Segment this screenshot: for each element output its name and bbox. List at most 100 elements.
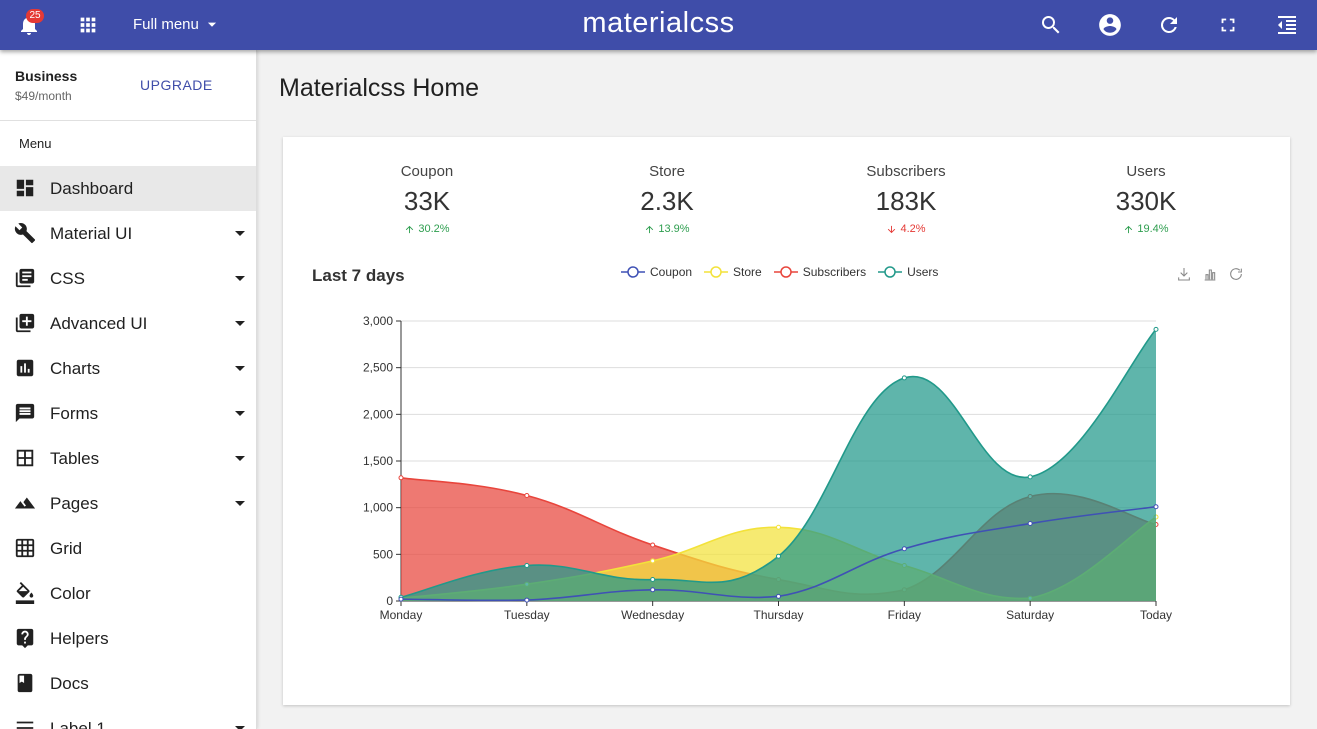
library-add-icon: [14, 312, 36, 334]
sidebar-item-label: Tables: [50, 449, 100, 468]
data-point-coupon: [398, 596, 404, 602]
chevron-down-icon: [235, 231, 245, 236]
sidebar-item-dashboard[interactable]: Dashboard: [0, 166, 256, 211]
y-tick-label: 3,000: [363, 314, 393, 328]
area-chart: 0 500 1,000 1,500 2,000 2,500 3,000 Monday Tuesd…: [363, 314, 1172, 622]
chevron-down-icon: [235, 501, 245, 506]
dashboard-card: Coupon 33K 30.2% Store 2.3K 13.9% Subscr…: [283, 137, 1290, 705]
landscape-icon: [14, 492, 36, 514]
sidebar-item-label: Docs: [50, 674, 89, 693]
sidebar: Business $49/month UPGRADE Menu Dashboar…: [0, 50, 257, 729]
menu-heading: Menu: [19, 136, 52, 151]
x-tick-label: Today: [1140, 608, 1172, 622]
library-books-icon: [14, 267, 36, 289]
chevron-down-icon: [235, 411, 245, 416]
sidebar-item-helpers[interactable]: Helpers: [0, 616, 256, 661]
sidebar-item-advanced-ui[interactable]: Advanced UI: [0, 301, 256, 346]
x-tick-label: Saturday: [1006, 608, 1054, 622]
data-point-coupon: [901, 546, 907, 552]
y-tick-label: 1,000: [363, 501, 393, 515]
data-point-store: [776, 524, 781, 530]
data-point-users: [524, 563, 530, 569]
sidebar-divider: [0, 120, 256, 121]
data-point-coupon: [776, 593, 781, 599]
message-icon: [14, 402, 36, 424]
menu-collapse-icon[interactable]: [1273, 11, 1301, 39]
sidebar-item-material-ui[interactable]: Material UI: [0, 211, 256, 256]
grid-icon: [14, 537, 36, 559]
data-point-users: [650, 577, 656, 583]
sidebar-item-label-1[interactable]: Label 1: [0, 706, 256, 729]
top-app-bar: 25 Full menu materialcss: [0, 0, 1317, 50]
help-icon: [14, 627, 36, 649]
sidebar-item-css[interactable]: CSS: [0, 256, 256, 301]
refresh-icon[interactable]: [1155, 11, 1183, 39]
sidebar-item-tables[interactable]: Tables: [0, 436, 256, 481]
data-point-coupon: [650, 587, 656, 593]
x-tick-label: Tuesday: [504, 608, 550, 622]
data-point-store: [650, 558, 656, 564]
bar-chart-icon: [14, 357, 36, 379]
sidebar-item-label: Label 1: [50, 719, 106, 729]
sidebar-item-label: CSS: [50, 269, 85, 288]
sidebar-item-charts[interactable]: Charts: [0, 346, 256, 391]
sidebar-item-label: Helpers: [50, 629, 109, 648]
dashboard-icon: [14, 177, 36, 199]
sidebar-item-label: Grid: [50, 539, 83, 558]
x-tick-label: Monday: [380, 608, 423, 622]
sidebar-item-label: Dashboard: [50, 179, 134, 198]
notification-bell-icon[interactable]: 25: [15, 9, 44, 39]
x-tick-label: Wednesday: [621, 608, 684, 622]
data-point-coupon: [1153, 504, 1159, 510]
sidebar-item-forms[interactable]: Forms: [0, 391, 256, 436]
data-point-subscribers: [524, 493, 530, 499]
sidebar-item-label: Material UI: [50, 224, 133, 243]
chevron-down-icon: [207, 22, 216, 27]
full-menu-dropdown[interactable]: Full menu: [133, 16, 219, 33]
y-tick-label: 1,500: [363, 454, 393, 468]
data-point-users: [901, 375, 907, 381]
notification-badge: 25: [26, 9, 44, 23]
plan-name: Business: [15, 68, 78, 84]
y-tick-label: 2,500: [363, 361, 393, 375]
chevron-down-icon: [235, 276, 245, 281]
y-tick-label: 2,000: [363, 407, 393, 421]
sidebar-item-grid[interactable]: Grid: [0, 526, 256, 571]
sidebar-item-label: Forms: [50, 404, 99, 423]
data-point-subscribers: [650, 542, 656, 548]
wrench-icon: [14, 222, 36, 244]
paint-bucket-icon: [14, 582, 36, 604]
chevron-down-icon: [235, 456, 245, 461]
chevron-down-icon: [235, 321, 245, 326]
full-menu-label: Full menu: [133, 16, 199, 33]
data-point-users: [776, 553, 781, 559]
data-point-users: [1153, 326, 1159, 332]
x-tick-label: Thursday: [753, 608, 803, 622]
account-circle-icon[interactable]: [1096, 11, 1124, 39]
x-tick-label: Friday: [888, 608, 921, 622]
data-point-coupon: [524, 597, 530, 603]
chevron-down-icon: [235, 366, 245, 371]
sidebar-item-label: Charts: [50, 359, 101, 378]
data-point-coupon: [1027, 521, 1033, 527]
plan-price: $49/month: [15, 89, 72, 103]
sidebar-item-label: Color: [50, 584, 91, 603]
sidebar-item-docs[interactable]: Docs: [0, 661, 256, 706]
fullscreen-icon[interactable]: [1214, 11, 1242, 39]
data-point-subscribers: [398, 475, 404, 481]
sidebar-nav: Dashboard Material UI CSS Advanced UI Ch…: [0, 166, 256, 729]
book-icon: [14, 672, 36, 694]
sidebar-item-label: Pages: [50, 494, 99, 513]
sidebar-item-color[interactable]: Color: [0, 571, 256, 616]
search-icon[interactable]: [1037, 11, 1065, 39]
upgrade-button[interactable]: UPGRADE: [140, 77, 213, 93]
sidebar-item-label: Advanced UI: [50, 314, 148, 333]
apps-grid-icon[interactable]: [74, 11, 102, 39]
y-tick-label: 0: [386, 594, 393, 608]
y-tick-label: 500: [373, 547, 393, 561]
plan-info: Business $49/month: [15, 68, 77, 103]
page-title: Materialcss Home: [279, 74, 480, 102]
list-icon: [14, 717, 36, 729]
data-point-users: [1027, 474, 1033, 480]
sidebar-item-pages[interactable]: Pages: [0, 481, 256, 526]
